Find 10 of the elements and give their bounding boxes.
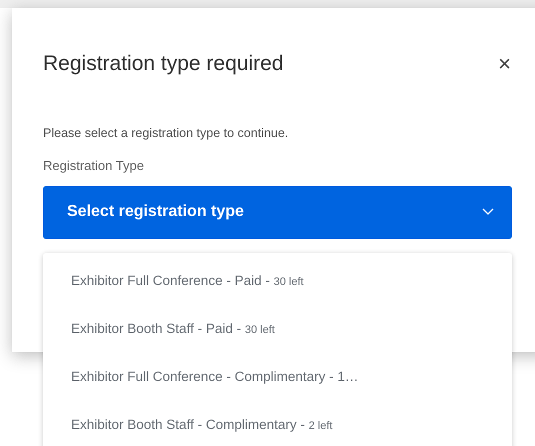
option-item[interactable]: Exhibitor Booth Staff - Complimentary - 2 left [43, 401, 512, 446]
close-button[interactable]: × [494, 52, 515, 75]
field-label: Registration Type [43, 157, 144, 176]
option-item[interactable]: Exhibitor Full Conference - Paid - 30 left [43, 257, 512, 305]
option-item[interactable]: Exhibitor Booth Staff - Paid - 30 left [43, 305, 512, 353]
instruction-text: Please select a registration type to continue. [43, 124, 288, 142]
registration-type-select[interactable]: Select registration type [43, 186, 512, 239]
dialog-title: Registration type required [43, 51, 284, 77]
option-item[interactable]: Exhibitor Full Conference - Complimentary - 1… [43, 353, 512, 401]
chevron-down-icon [482, 208, 494, 216]
